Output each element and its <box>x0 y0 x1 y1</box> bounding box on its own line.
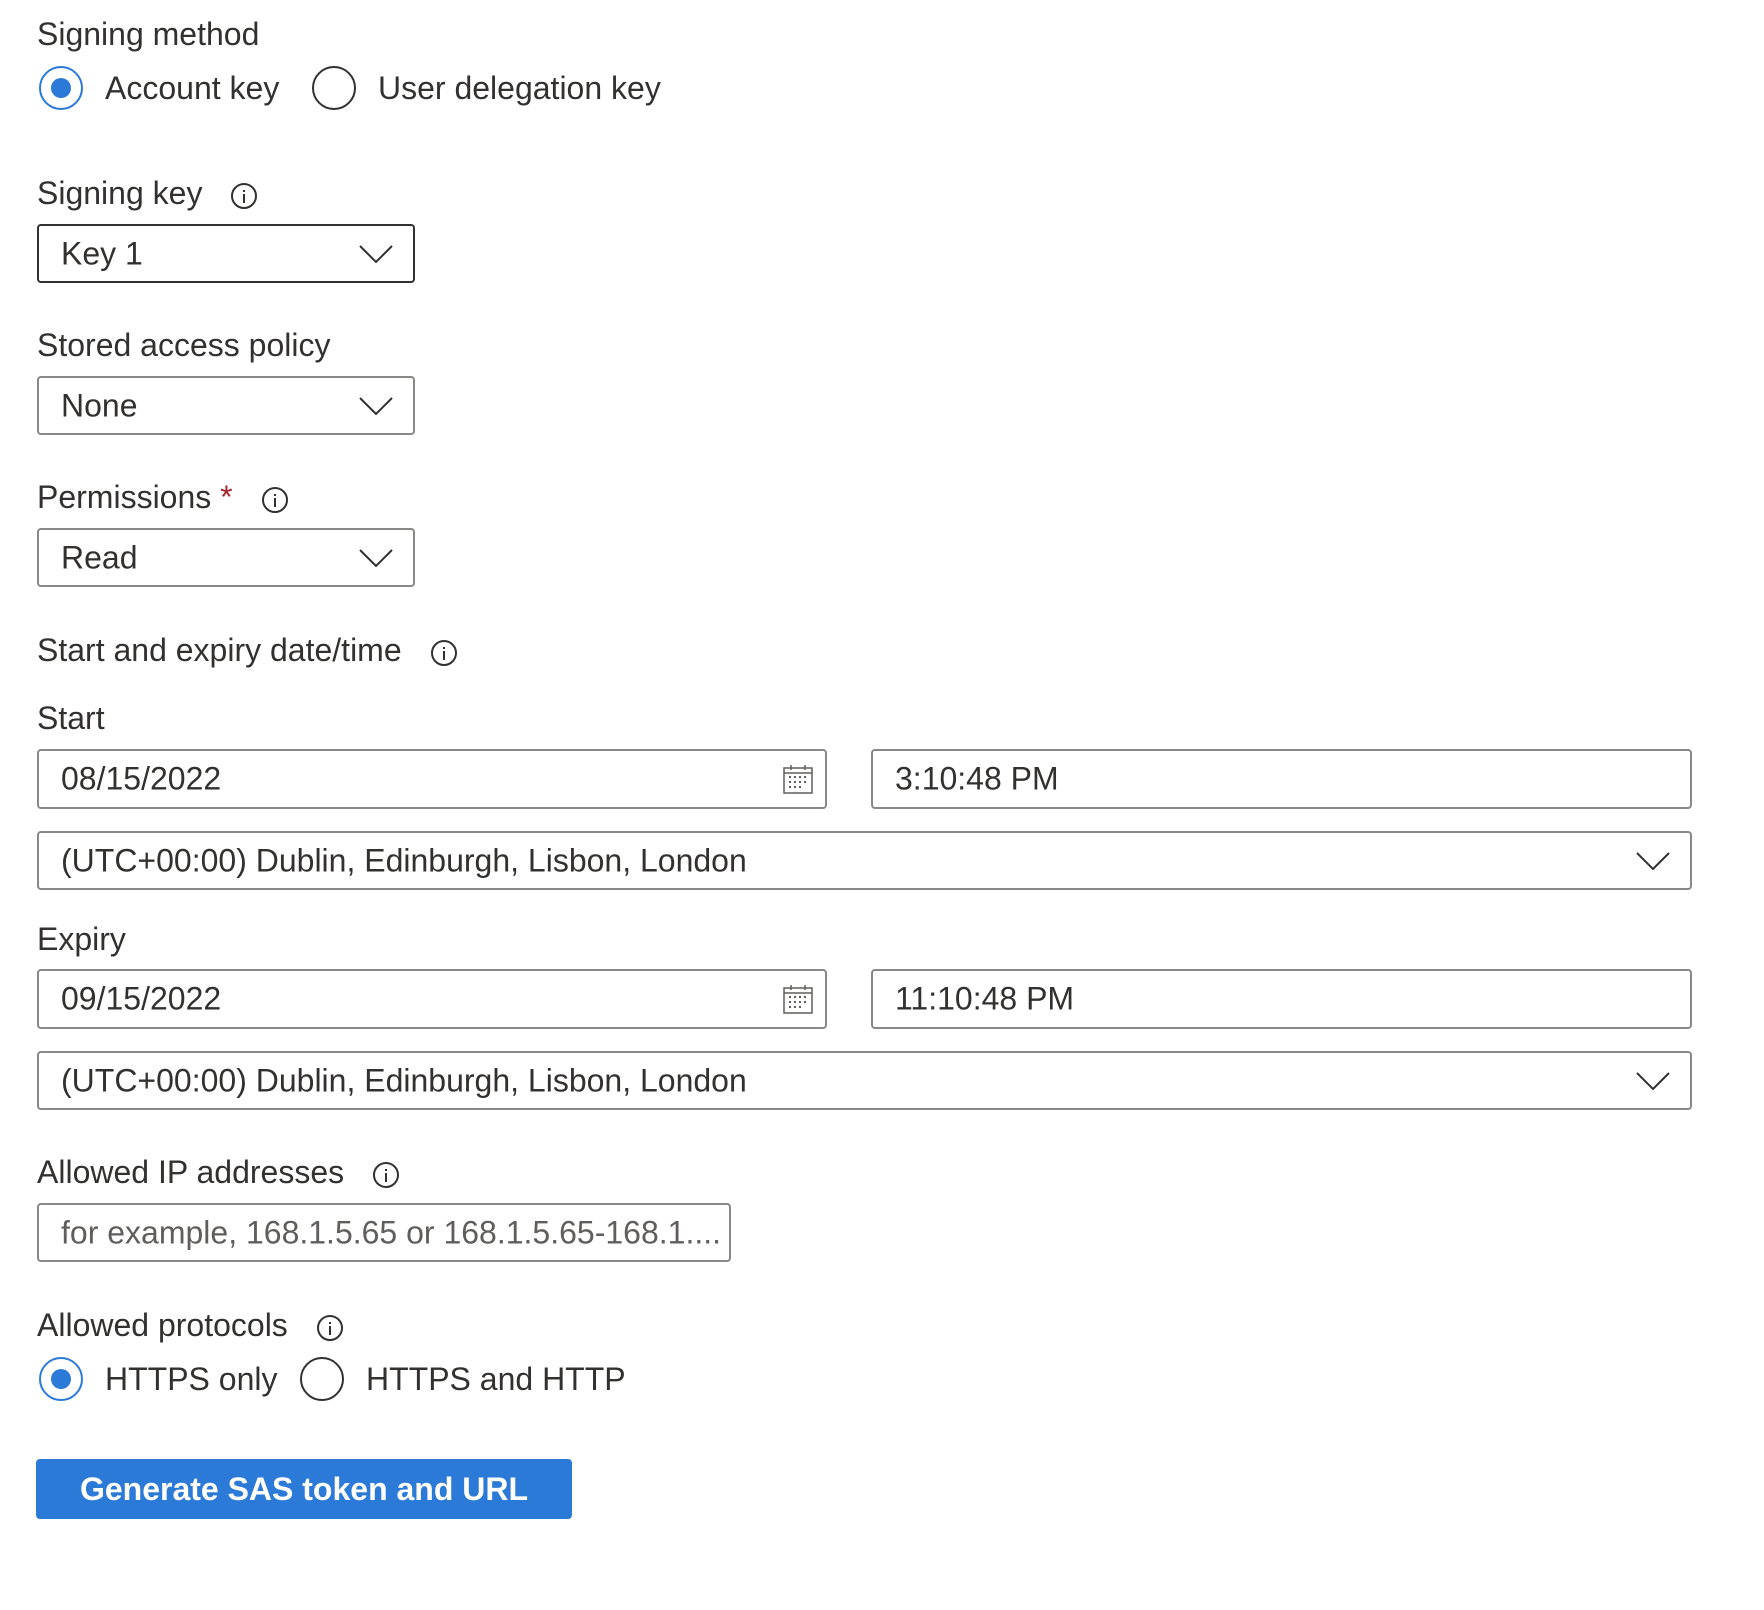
expiry-date-value: 09/15/2022 <box>61 980 222 1017</box>
signing-key-dropdown[interactable]: Key 1 <box>37 224 415 283</box>
signing-key-value: Key 1 <box>61 235 143 271</box>
expiry-timezone-dropdown[interactable]: (UTC+00:00) Dublin, Edinburgh, Lisbon, L… <box>37 1051 1692 1110</box>
allowed-ip-label: Allowed IP addresses <box>37 1152 400 1192</box>
info-icon[interactable] <box>316 1314 343 1341</box>
allowed-protocols-label: Allowed protocols <box>37 1305 343 1345</box>
chevron-down-icon <box>359 548 393 567</box>
expiry-time-value: 11:10:48 PM <box>895 980 1075 1017</box>
chevron-down-icon <box>359 244 393 263</box>
permissions-label: Permissions * <box>37 477 288 517</box>
radio-user-delegation-key[interactable] <box>312 66 356 110</box>
start-label: Start <box>37 700 105 736</box>
allowed-ip-input[interactable]: for example, 168.1.5.65 or 168.1.5.65-16… <box>37 1203 731 1262</box>
signing-key-label: Signing key <box>37 173 258 213</box>
info-icon[interactable] <box>373 1161 400 1188</box>
radio-account-key-label[interactable]: Account key <box>105 68 279 108</box>
start-timezone-dropdown[interactable]: (UTC+00:00) Dublin, Edinburgh, Lisbon, L… <box>37 831 1692 890</box>
stored-access-policy-dropdown[interactable]: None <box>37 376 415 435</box>
required-marker: * <box>220 479 233 515</box>
expiry-timezone-value: (UTC+00:00) Dublin, Edinburgh, Lisbon, L… <box>61 1062 747 1098</box>
permissions-value: Read <box>61 539 138 575</box>
expiry-label: Expiry <box>37 921 126 957</box>
signing-key-label-text: Signing key <box>37 175 203 211</box>
expiry-time-input[interactable]: 11:10:48 PM <box>871 969 1692 1029</box>
radio-https-and-http-label[interactable]: HTTPS and HTTP <box>366 1359 626 1399</box>
radio-user-delegation-key-label[interactable]: User delegation key <box>378 68 661 108</box>
start-time-value: 3:10:48 PM <box>895 760 1059 797</box>
chevron-down-icon <box>1636 851 1670 870</box>
calendar-icon[interactable] <box>783 984 813 1014</box>
chevron-down-icon <box>1636 1071 1670 1090</box>
start-expiry-label-text: Start and expiry date/time <box>37 632 402 668</box>
radio-https-only-label[interactable]: HTTPS only <box>105 1359 277 1399</box>
radio-account-key[interactable] <box>39 66 83 110</box>
allowed-protocols-label-text: Allowed protocols <box>37 1307 288 1343</box>
start-expiry-label: Start and expiry date/time <box>37 630 457 670</box>
info-icon[interactable] <box>430 639 457 666</box>
start-date-input[interactable]: 08/15/2022 <box>37 749 827 809</box>
signing-method-label: Signing method <box>37 16 260 52</box>
radio-https-only[interactable] <box>39 1357 83 1401</box>
allowed-ip-label-text: Allowed IP addresses <box>37 1154 345 1190</box>
start-date-value: 08/15/2022 <box>61 760 222 797</box>
stored-access-policy-label: Stored access policy <box>37 327 331 363</box>
calendar-icon[interactable] <box>783 764 813 794</box>
allowed-ip-placeholder: for example, 168.1.5.65 or 168.1.5.65-16… <box>61 1214 721 1250</box>
generate-sas-button[interactable]: Generate SAS token and URL <box>36 1459 572 1519</box>
permissions-dropdown[interactable]: Read <box>37 528 415 587</box>
info-icon[interactable] <box>231 182 258 209</box>
start-timezone-value: (UTC+00:00) Dublin, Edinburgh, Lisbon, L… <box>61 842 747 878</box>
info-icon[interactable] <box>261 486 288 513</box>
stored-access-policy-value: None <box>61 387 138 423</box>
expiry-date-input[interactable]: 09/15/2022 <box>37 969 827 1029</box>
start-time-input[interactable]: 3:10:48 PM <box>871 749 1692 809</box>
radio-https-and-http[interactable] <box>300 1357 344 1401</box>
permissions-label-text: Permissions <box>37 479 212 515</box>
chevron-down-icon <box>359 396 393 415</box>
